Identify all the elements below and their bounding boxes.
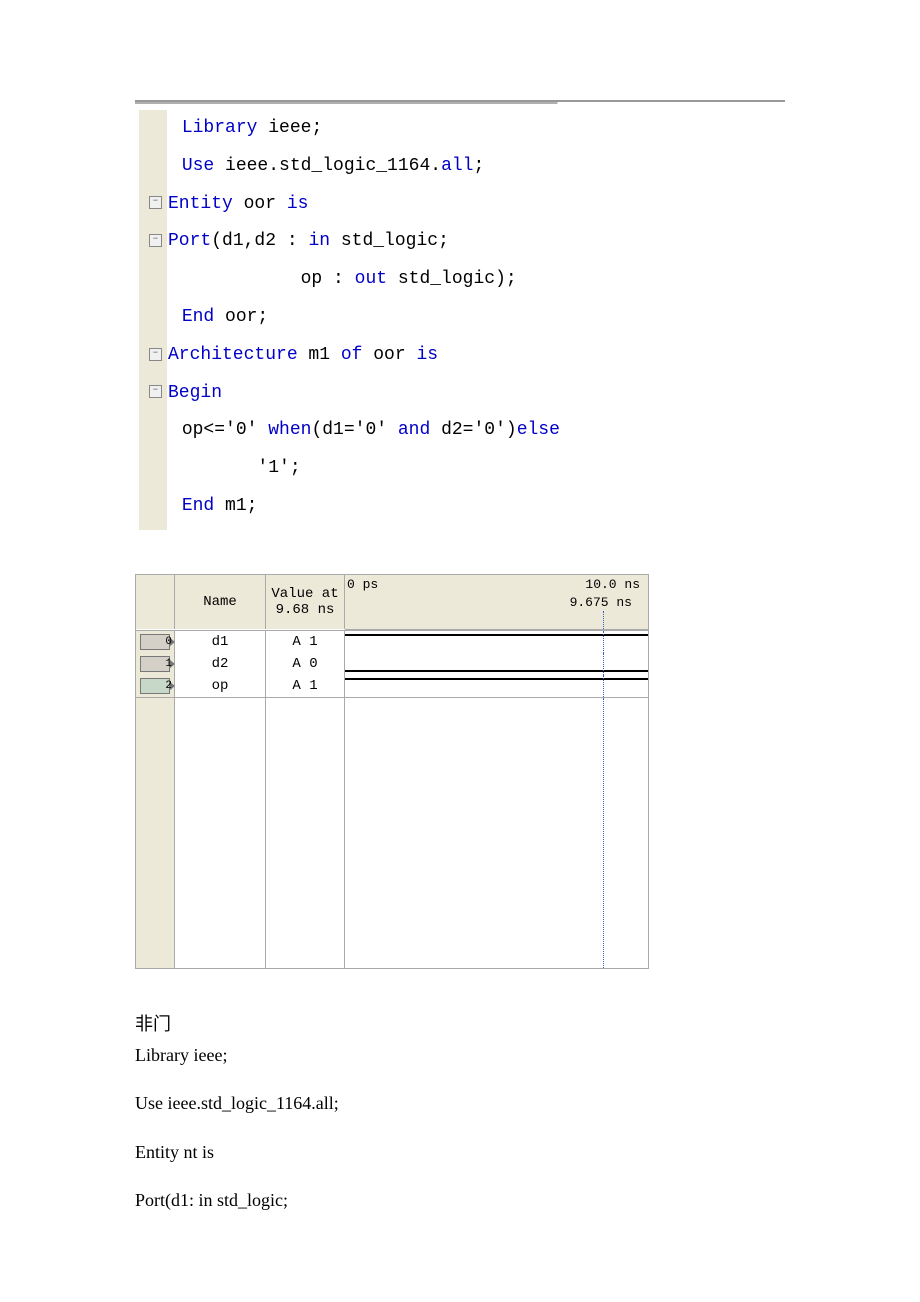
code-text: op<='0' xyxy=(182,420,268,440)
code-line: Library ieee; xyxy=(135,1045,227,1065)
code-text: ; xyxy=(473,156,484,176)
cursor-time-label: 9.675 ns xyxy=(570,595,632,610)
code-text: std_logic; xyxy=(330,231,449,251)
section-title: 非门 xyxy=(135,1014,171,1034)
time-ruler[interactable]: 0 ps 10.0 ns 9.675 ns xyxy=(345,575,648,630)
keyword: Begin xyxy=(168,383,222,403)
pin-index: 2 xyxy=(165,680,172,692)
signal-row[interactable]: 2 op A 1 xyxy=(136,675,648,698)
signal-row[interactable]: 0 d1 A 1 xyxy=(136,631,648,653)
ruler-end-label: 10.0 ns xyxy=(585,577,640,592)
waveform-lane[interactable] xyxy=(345,675,648,697)
column-header-value-time: 9.68 ns xyxy=(276,602,335,618)
code-text: ieee.std_logic_1164. xyxy=(214,156,441,176)
editor-gutter xyxy=(139,110,167,530)
keyword: Library xyxy=(182,118,258,138)
waveform-viewer: Name Value at 9.68 ns 0 ps 10.0 ns 9.675… xyxy=(135,574,649,969)
column-header-value: Value at xyxy=(271,586,338,602)
keyword: all xyxy=(441,156,473,176)
waveform-lane[interactable] xyxy=(345,631,648,653)
ruler-start-label: 0 ps xyxy=(347,577,378,592)
keyword: Entity xyxy=(168,194,233,214)
document-text: 非门 Library ieee; Use ieee.std_logic_1164.… xyxy=(135,1009,785,1216)
fold-icon[interactable]: − xyxy=(149,234,162,247)
keyword: End xyxy=(182,496,214,516)
fold-icon[interactable]: − xyxy=(149,385,162,398)
code-text: '1'; xyxy=(171,458,301,478)
keyword: when xyxy=(268,420,311,440)
time-cursor[interactable] xyxy=(603,631,604,653)
keyword: in xyxy=(308,231,330,251)
pin-index: 1 xyxy=(165,658,172,670)
keyword: else xyxy=(517,420,560,440)
code-text: std_logic); xyxy=(387,269,517,289)
pin-index: 0 xyxy=(165,636,172,648)
code-text: (d1='0' xyxy=(311,420,397,440)
signal-name: op xyxy=(212,678,229,694)
keyword: End xyxy=(182,307,214,327)
keyword: Port xyxy=(168,231,211,251)
column-header-name: Name xyxy=(203,594,237,610)
code-text: op : xyxy=(171,269,355,289)
code-editor: Library ieee; Use ieee.std_logic_1164.al… xyxy=(135,100,785,534)
keyword: is xyxy=(287,194,309,214)
keyword: Use xyxy=(182,156,214,176)
keyword: of xyxy=(341,345,363,365)
signal-value: A 0 xyxy=(292,656,317,672)
code-text: m1; xyxy=(214,496,257,516)
keyword: is xyxy=(416,345,438,365)
code-line: Port(d1: in std_logic; xyxy=(135,1190,288,1210)
fold-icon[interactable]: − xyxy=(149,348,162,361)
code-text: oor xyxy=(362,345,416,365)
code-content: Library ieee; Use ieee.std_logic_1164.al… xyxy=(167,110,781,526)
signal-name: d2 xyxy=(212,656,229,672)
keyword: Architecture xyxy=(168,345,298,365)
time-cursor[interactable] xyxy=(603,698,604,968)
fold-icon[interactable]: − xyxy=(149,196,162,209)
code-text: d2='0') xyxy=(430,420,516,440)
keyword: and xyxy=(398,420,430,440)
code-line: Entity nt is xyxy=(135,1142,214,1162)
code-line: Use ieee.std_logic_1164.all; xyxy=(135,1093,339,1113)
time-cursor[interactable] xyxy=(603,653,604,675)
signal-value: A 1 xyxy=(292,634,317,650)
time-cursor[interactable] xyxy=(603,675,604,697)
time-cursor[interactable] xyxy=(603,611,604,629)
code-text: m1 xyxy=(298,345,341,365)
signal-value: A 1 xyxy=(292,678,317,694)
code-text: (d1,d2 : xyxy=(211,231,308,251)
signal-row[interactable]: 1 d2 A 0 xyxy=(136,653,648,675)
code-text: oor xyxy=(233,194,287,214)
code-text: ieee; xyxy=(257,118,322,138)
signal-name: d1 xyxy=(212,634,229,650)
code-text: oor; xyxy=(214,307,268,327)
waveform-lane[interactable] xyxy=(345,653,648,675)
keyword: out xyxy=(355,269,387,289)
